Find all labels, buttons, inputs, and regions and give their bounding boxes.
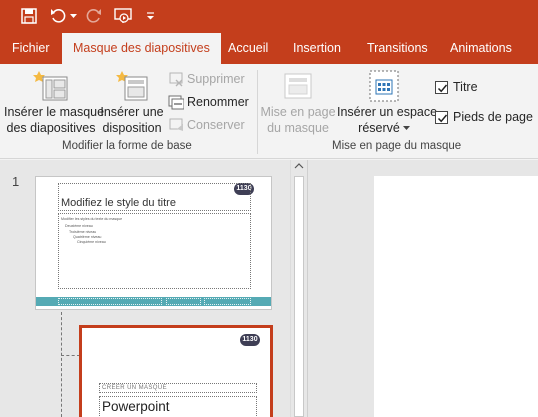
preserve-button[interactable]: Conserver [168,117,245,133]
tab-animations[interactable]: Animations [450,33,512,64]
layout-connector-line [61,312,62,417]
undo-icon[interactable] [48,5,68,27]
delete-button[interactable]: Supprimer [168,71,245,87]
slide-number: 1 [12,174,20,189]
body-line: Modifier les styles du texte du masque [61,217,123,221]
insert-layout-icon [100,70,164,104]
insert-layout-label-1: Insérer une [100,105,164,119]
scrollbar-thumb[interactable] [294,176,304,417]
undo-dropdown-icon[interactable] [68,5,78,27]
layout-thumbnail-selected[interactable]: 1130 CRÉER UN MASQUE Powerpoint [79,325,273,417]
delete-label: Supprimer [187,72,245,86]
thumbnail-body-placeholder: Modifier les styles du texte du masque D… [58,213,251,289]
slide-editor-area [308,160,538,417]
master-layout-icon [260,70,336,104]
layout-title-placeholder: Powerpoint [99,396,257,417]
delete-icon [169,72,183,87]
body-line: Deuxième niveau [65,224,93,228]
insert-slide-master-button[interactable]: Insérer le masque des diapositives [4,70,105,136]
body-line: Troisième niveau [69,230,97,234]
thumbnail-footer-placeholder [166,298,201,305]
insert-layout-label-2: disposition [102,121,162,135]
body-line: Quatrième niveau [73,235,102,239]
layout-subtitle-placeholder: CRÉER UN MASQUE [99,383,257,393]
footers-checkbox-label: Pieds de page [453,110,533,124]
thumbnail-title-text: Modifiez le style du titre [61,197,176,209]
insert-layout-button[interactable]: Insérer une disposition [100,70,164,136]
save-icon[interactable] [18,5,40,27]
title-checkbox[interactable]: Titre [435,80,478,94]
insert-placeholder-label-2: réservé [337,120,431,136]
slide-master-thumbnail[interactable]: 1130 Modifiez le style du titre Modifier… [35,176,272,310]
insert-placeholder-icon [337,70,431,104]
tab-masque-des-diapositives[interactable]: Masque des diapositives [62,33,221,64]
start-from-beginning-icon[interactable] [112,5,134,27]
rename-label: Renommer [187,95,249,109]
dropdown-arrow-icon [402,126,410,131]
ribbon-group-separator [257,70,258,154]
thumbnail-footer-placeholder [204,298,251,305]
insert-placeholder-label-2-text: réservé [358,121,400,135]
group-label-edit-master: Modifier la forme de base [62,140,192,152]
insert-placeholder-button[interactable]: Insérer un espace réservé [337,70,438,136]
master-layout-button[interactable]: Mise en page du masque [260,70,336,136]
checkbox-checked-icon [435,110,448,124]
group-label-master-layout: Mise en page du masque [332,140,462,152]
insert-slide-master-label-2: des diapositives [6,121,96,135]
rename-button[interactable]: Renommer [168,94,249,110]
footers-checkbox[interactable]: Pieds de page [435,110,533,124]
ribbon-tabs: Fichier Masque des diapositives Accueil … [0,33,538,64]
tab-insertion[interactable]: Insertion [293,33,341,64]
insert-placeholder-label-1: Insérer un espace [337,105,438,119]
ribbon: Insérer le masque des diapositives Insér… [0,64,538,159]
master-layout-label-1: Mise en page [260,105,336,119]
insert-slide-master-label-1: Insérer le masque [4,105,105,119]
body-line: Cinquième niveau [77,240,106,244]
preserve-icon [169,118,183,131]
thumbnail-title-placeholder: Modifiez le style du titre [58,183,251,211]
quick-access-toolbar [0,0,538,33]
tab-fichier[interactable]: Fichier [12,33,50,64]
thumbnail-footer-placeholder [58,298,162,305]
tab-transitions[interactable]: Transitions [367,33,428,64]
insert-slide-master-icon [4,70,98,104]
slide-canvas[interactable] [374,176,538,417]
tab-accueil[interactable]: Accueil [228,33,268,64]
thumbnail-scrollbar[interactable] [290,160,307,417]
checkbox-checked-icon [435,80,448,94]
master-layout-label-2: du masque [267,121,329,135]
preserve-label: Conserver [187,118,245,132]
thumbnail-logo: 1130 [240,334,260,346]
scroll-up-icon[interactable] [294,162,304,170]
title-checkbox-label: Titre [453,80,478,94]
layout-connector-line [61,355,80,356]
rename-icon [168,95,184,110]
customize-qat-icon[interactable] [143,5,157,27]
redo-icon[interactable] [84,5,104,27]
